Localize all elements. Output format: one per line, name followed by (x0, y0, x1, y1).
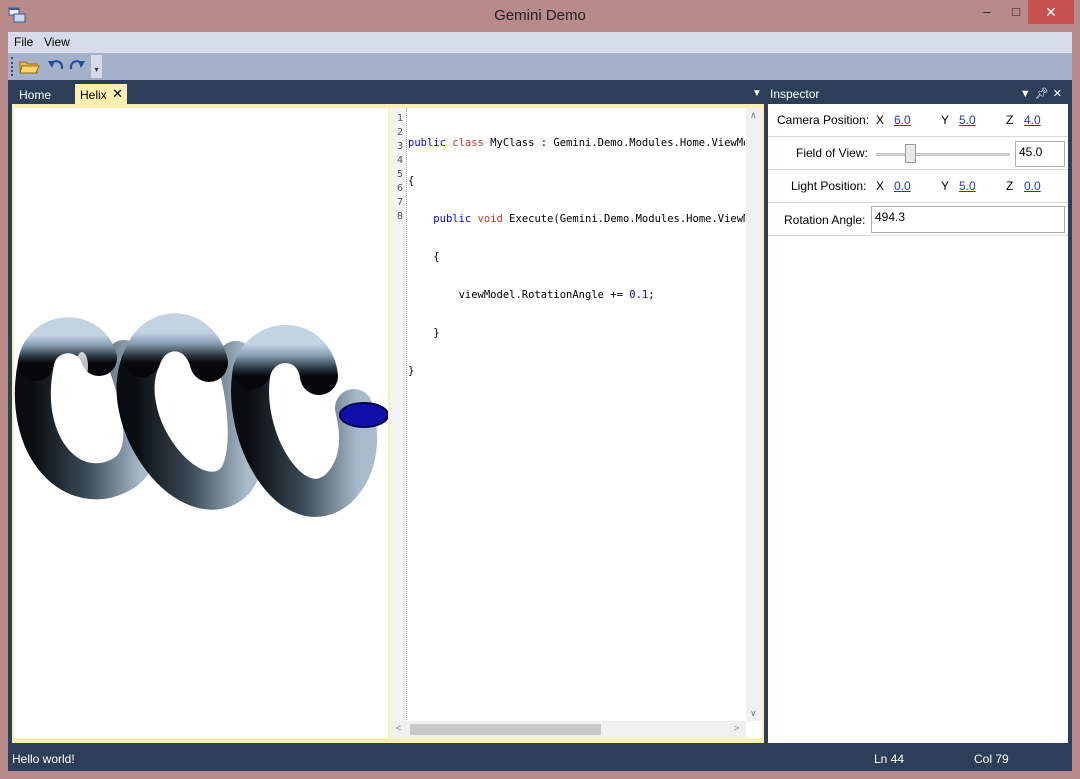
axis-label: Z (1006, 113, 1014, 127)
inspector-panel: Camera Position: X 6.0 Y 5.0 Z 4.0 Field… (768, 104, 1068, 743)
dropdown-icon[interactable]: ▼ (1020, 88, 1035, 100)
close-icon[interactable]: ✕ (112, 86, 123, 102)
toolbar-overflow-button[interactable]: ▾ (91, 55, 102, 78)
helix-3d-viewport[interactable] (14, 108, 388, 738)
code-line: { (408, 251, 440, 263)
code-fragment: MyClass : Gemini.Demo.Modules.Home.ViewM… (490, 137, 745, 149)
keyword: void (477, 213, 503, 225)
axis-label: Y (941, 179, 950, 193)
inspector-header: Inspector ▼📌︎✕ (764, 84, 1072, 104)
client-area: File View ▾ Home Helix ✕ ▼ 1 2 3 4 5 6 7… (8, 32, 1072, 771)
keyword: public (408, 137, 446, 149)
code-fragment: ; (648, 289, 655, 301)
field-of-view-slider[interactable] (876, 153, 1010, 156)
light-position-label: Light Position: (791, 179, 867, 193)
slider-thumb[interactable] (904, 144, 916, 163)
minimize-icon[interactable]: – (973, 0, 1001, 24)
line-number: 3 (396, 141, 403, 152)
chevron-right-icon[interactable]: > (734, 723, 739, 733)
tab-helix-label: Helix (80, 88, 107, 102)
line-number: 7 (396, 197, 403, 208)
document-tab-strip: Home Helix ✕ ▼ (8, 80, 764, 105)
line-number-gutter: 1 2 3 4 5 6 7 8 (390, 108, 407, 738)
helix-render (14, 313, 388, 517)
status-column: Col 79 (974, 752, 1009, 766)
vertical-scrollbar[interactable]: ∧ ∨ (746, 108, 762, 721)
toolbar-grip[interactable] (11, 57, 14, 76)
close-icon[interactable]: ✕ (1028, 0, 1074, 24)
code-text[interactable]: public class MyClass : Gemini.Demo.Modul… (408, 112, 745, 712)
line-number: 2 (396, 127, 403, 138)
line-number: 5 (396, 169, 403, 180)
dropdown-icon[interactable]: ▼ (752, 88, 762, 99)
status-line: Ln 44 (874, 752, 905, 766)
status-bar: Hello world! Ln 44 Col 79 (8, 743, 1072, 771)
menu-bar: File View (8, 32, 1072, 53)
code-line: { (408, 175, 415, 187)
axis-label: X (876, 113, 885, 127)
camera-y-value[interactable]: 5.0 (959, 113, 976, 127)
menu-file[interactable]: File (14, 35, 33, 49)
camera-position-row: Camera Position: X 6.0 Y 5.0 Z 4.0 (768, 104, 1068, 137)
code-line: public class MyClass : Gemini.Demo.Modul… (408, 136, 745, 150)
chevron-left-icon[interactable]: < (396, 723, 401, 733)
pin-icon[interactable]: 📌︎ (1035, 88, 1053, 100)
maximize-icon[interactable]: □ (1002, 0, 1030, 24)
number-literal: 0.1 (629, 289, 649, 301)
line-number: 6 (396, 183, 403, 194)
light-y-value[interactable]: 5.0 (959, 179, 976, 193)
axis-label: Z (1006, 179, 1014, 193)
light-x-value[interactable]: 0.0 (894, 179, 911, 193)
keyword: class (452, 137, 484, 149)
close-icon[interactable]: ✕ (1053, 88, 1066, 100)
axis-label: Y (941, 113, 950, 127)
field-of-view-label: Field of View: (796, 146, 868, 160)
line-number: 4 (396, 155, 403, 166)
code-line: viewModel.RotationAngle += 0.1; (408, 288, 745, 302)
code-editor[interactable]: 1 2 3 4 5 6 7 8 public class MyClass : G… (390, 108, 762, 738)
scrollbar-thumb[interactable] (410, 724, 601, 735)
code-fragment: viewModel.RotationAngle += (408, 289, 630, 301)
code-fragment: Execute(Gemini.Demo.Modules.Home.ViewMod… (509, 213, 745, 225)
code-line: } (408, 327, 440, 339)
menu-view[interactable]: View (44, 35, 70, 49)
light-z-value[interactable]: 0.0 (1024, 179, 1041, 193)
toolbar: ▾ (8, 53, 1072, 80)
chevron-down-icon[interactable]: ∨ (750, 708, 757, 719)
horizontal-scrollbar[interactable]: < > (390, 721, 746, 738)
line-number: 1 (396, 113, 403, 124)
code-line: } (408, 365, 415, 377)
window-title: Gemini Demo (494, 7, 586, 24)
camera-position-label: Camera Position: (777, 113, 870, 127)
inspector-window-controls: ▼📌︎✕ (1020, 87, 1066, 100)
rotation-angle-row: Rotation Angle: 494.3 (768, 203, 1068, 236)
camera-z-value[interactable]: 4.0 (1024, 113, 1041, 127)
rotation-angle-input[interactable]: 494.3 (871, 206, 1065, 233)
camera-x-value[interactable]: 6.0 (894, 113, 911, 127)
status-message: Hello world! (12, 752, 75, 766)
field-of-view-input[interactable]: 45.0 (1015, 141, 1065, 167)
redo-icon[interactable] (66, 56, 88, 76)
light-position-row: Light Position: X 0.0 Y 5.0 Z 0.0 (768, 170, 1068, 203)
line-number: 8 (396, 211, 403, 222)
undo-icon[interactable] (45, 56, 67, 76)
field-of-view-row: Field of View: 45.0 (768, 137, 1068, 170)
tab-helix[interactable]: Helix ✕ (75, 84, 127, 105)
title-bar[interactable]: Gemini Demo – □ ✕ (0, 0, 1080, 32)
code-fragment (408, 213, 433, 225)
inspector-title: Inspector (770, 87, 820, 101)
keyword: public (433, 213, 472, 225)
open-folder-icon[interactable] (18, 56, 40, 76)
app-window: Gemini Demo – □ ✕ File View ▾ Home Helix… (0, 0, 1080, 779)
code-line: public void Execute(Gemini.Demo.Modules.… (408, 212, 745, 226)
chevron-up-icon[interactable]: ∧ (750, 110, 757, 121)
rotation-angle-label: Rotation Angle: (784, 213, 866, 227)
tab-home[interactable]: Home (12, 85, 58, 105)
axis-label: X (876, 179, 885, 193)
